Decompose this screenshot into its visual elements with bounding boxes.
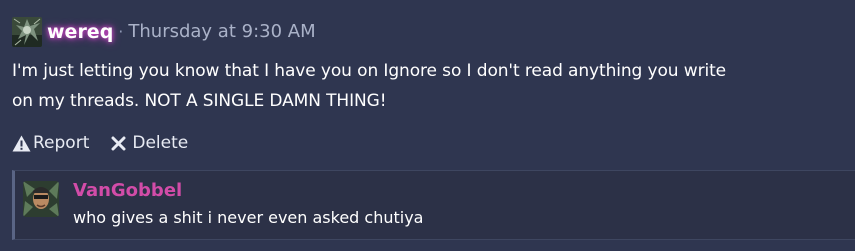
warning-icon	[12, 133, 33, 153]
reply-author-avatar[interactable]	[23, 181, 59, 217]
reply-author-username[interactable]: VanGobbel	[73, 180, 182, 201]
report-button[interactable]: Report	[12, 133, 89, 153]
post-author-avatar[interactable]	[12, 17, 42, 47]
delete-button[interactable]: Delete	[111, 133, 188, 153]
reply-block: VanGobbel who gives a shit i never even …	[12, 170, 855, 240]
post-author-username[interactable]: wereq	[47, 17, 113, 47]
post-message-line: on my threads. NOT A SINGLE DAMN THING!	[12, 91, 387, 111]
header-separator: ·	[118, 22, 124, 41]
post-timestamp[interactable]: Thursday at 9:30 AM	[128, 17, 315, 47]
close-icon	[111, 133, 132, 153]
post-header: wereq · Thursday at 9:30 AM	[12, 17, 316, 47]
report-label: Report	[33, 133, 90, 153]
delete-label: Delete	[132, 133, 189, 153]
profile-post: wereq · Thursday at 9:30 AM I'm just let…	[0, 0, 855, 251]
post-message-line: I'm just letting you know that I have yo…	[12, 61, 727, 81]
reply-message: who gives a shit i never even asked chut…	[73, 208, 424, 227]
post-message: I'm just letting you know that I have yo…	[12, 56, 842, 116]
post-actions: Report Delete	[12, 131, 188, 155]
